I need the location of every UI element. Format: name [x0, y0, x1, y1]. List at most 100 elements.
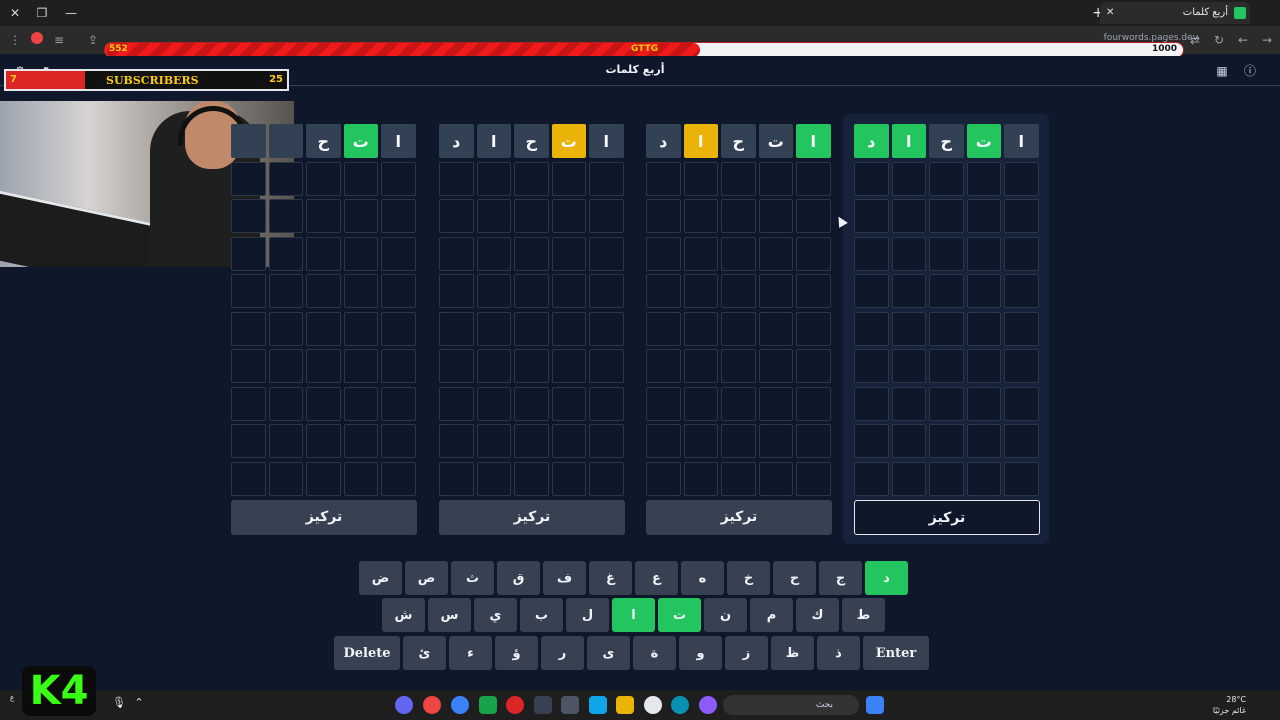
game-board-4[interactable]: داحتا [854, 124, 1039, 499]
key[interactable]: ي [474, 598, 517, 632]
letter-cell [268, 349, 303, 383]
key[interactable]: ث [451, 561, 494, 595]
key[interactable]: ى [587, 636, 630, 670]
focus-button-2[interactable]: تركيز [439, 500, 625, 535]
letter-cell [306, 386, 341, 421]
letter-cell [966, 386, 1001, 421]
letter-cell [306, 461, 341, 496]
close-window-icon[interactable]: ✕ [6, 4, 24, 22]
key[interactable]: ع [635, 561, 678, 595]
key[interactable]: ب [520, 598, 563, 632]
key[interactable]: ط [842, 598, 885, 632]
key[interactable]: ر [541, 636, 584, 670]
letter-cell [966, 424, 1001, 458]
info-icon[interactable]: ⓘ [1242, 63, 1258, 79]
extensions-icon[interactable]: ≡ [50, 31, 68, 49]
discord-icon[interactable] [395, 696, 413, 714]
game-board-3[interactable]: داحتا [646, 124, 831, 499]
forward-icon[interactable]: → [1258, 31, 1276, 49]
app-icon-dark[interactable] [534, 696, 552, 714]
restore-window-icon[interactable]: ❐ [33, 4, 51, 22]
key[interactable]: ئ [403, 636, 446, 670]
app-icon-white[interactable] [644, 696, 662, 714]
key[interactable]: ف [543, 561, 586, 595]
letter-cell [514, 274, 549, 308]
goal-progress-fill [105, 43, 701, 57]
board-row: داحتا [646, 124, 831, 158]
letter-cell [891, 236, 926, 271]
profile-icon[interactable] [28, 31, 46, 49]
close-tab-icon[interactable]: ✕ [1106, 2, 1114, 24]
focus-button-3[interactable]: تركيز [646, 500, 832, 535]
board-row [646, 199, 831, 233]
letter-cell [343, 311, 378, 346]
key[interactable]: ه [681, 561, 724, 595]
start-icon[interactable] [866, 696, 884, 714]
xbox-icon[interactable] [479, 696, 497, 714]
key[interactable]: ص [405, 561, 448, 595]
key[interactable]: و [679, 636, 722, 670]
focus-button-4[interactable]: تركيز [854, 500, 1040, 535]
letter-cell [796, 274, 831, 308]
key[interactable]: س [428, 598, 471, 632]
edge-icon[interactable] [671, 696, 689, 714]
letter-cell [381, 199, 416, 233]
letter-cell [551, 311, 586, 346]
app-icon-gray[interactable] [561, 696, 579, 714]
taskbar-search[interactable]: بحث [723, 695, 859, 715]
language-indicator[interactable]: ع [10, 694, 14, 703]
key[interactable]: ء [449, 636, 492, 670]
key[interactable]: ح [773, 561, 816, 595]
key[interactable]: ذ [817, 636, 860, 670]
key[interactable]: خ [727, 561, 770, 595]
key[interactable]: ظ [771, 636, 814, 670]
key[interactable]: ج [819, 561, 862, 595]
folder-icon[interactable] [616, 696, 634, 714]
calendar-icon[interactable]: ▦ [1214, 63, 1230, 79]
browser-tab[interactable]: ✕ أربع كلمات [1100, 2, 1250, 24]
menu-dots-icon[interactable]: ⋮ [6, 31, 24, 49]
minimize-window-icon[interactable]: — [62, 4, 80, 22]
key[interactable]: غ [589, 561, 632, 595]
key[interactable]: ت [658, 598, 701, 632]
key[interactable]: ز [725, 636, 768, 670]
letter-cell: ا [796, 124, 831, 158]
game-board-2[interactable]: داحتا [439, 124, 624, 499]
back-icon[interactable]: ← [1234, 31, 1252, 49]
microphone-icon[interactable]: 🎙 [110, 696, 128, 714]
share-icon[interactable]: ⇪ [84, 31, 102, 49]
windows-taskbar [0, 690, 1280, 720]
chevron-up-icon[interactable]: ⌃ [130, 696, 148, 714]
site-settings-icon[interactable]: ⇄ [1186, 31, 1204, 49]
enter-key[interactable]: Enter [863, 636, 929, 670]
focus-button-1[interactable]: تركيز [231, 500, 417, 535]
letter-cell [268, 386, 303, 421]
weather-widget[interactable]: 28°C غائم جزئيًا [1213, 694, 1246, 716]
key[interactable]: ل [566, 598, 609, 632]
key[interactable]: ؤ [495, 636, 538, 670]
key[interactable]: ن [704, 598, 747, 632]
key[interactable]: ض [359, 561, 402, 595]
letter-cell: د [854, 124, 889, 158]
app-icon-red[interactable] [506, 696, 524, 714]
key[interactable]: د [865, 561, 908, 595]
key[interactable]: م [750, 598, 793, 632]
key[interactable]: ق [497, 561, 540, 595]
game-board-1[interactable]: حتا [231, 124, 416, 499]
board-row [646, 236, 831, 271]
mail-icon[interactable] [589, 696, 607, 714]
reload-icon[interactable]: ↻ [1210, 31, 1228, 49]
letter-cell [306, 311, 341, 346]
key[interactable]: ك [796, 598, 839, 632]
key[interactable]: ة [633, 636, 676, 670]
key[interactable]: ش [382, 598, 425, 632]
letter-cell [231, 424, 266, 458]
letter-cell [758, 236, 793, 271]
key[interactable]: ا [612, 598, 655, 632]
letter-cell [476, 161, 511, 196]
copilot-icon[interactable] [699, 696, 717, 714]
delete-key[interactable]: Delete [334, 636, 400, 670]
board-row [646, 424, 831, 458]
chrome-icon[interactable] [451, 696, 469, 714]
obs-icon[interactable] [423, 696, 441, 714]
